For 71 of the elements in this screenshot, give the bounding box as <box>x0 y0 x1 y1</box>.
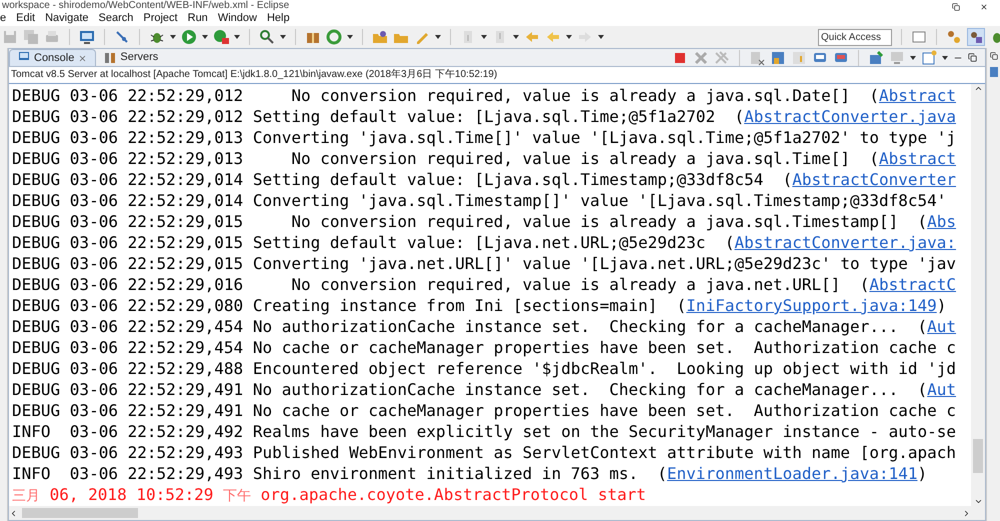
maximize-icon[interactable] <box>968 53 977 62</box>
scroll-down-icon[interactable] <box>974 497 982 506</box>
quick-access-field[interactable]: Quick Access <box>818 28 892 46</box>
play-stop-icon[interactable] <box>213 29 229 45</box>
console-line: DEBUG 03-06 22:52:29,013 No conversion required, value is already a java.sql.Time[] (Abstract <box>12 148 956 169</box>
dropdown-caret-icon[interactable] <box>347 35 353 39</box>
console-line: DEBUG 03-06 22:52:29,015 Setting default value: [Ljava.net.URL;@5e29d23c (AbstractConverter.java: <box>12 232 956 253</box>
console-line: DEBUG 03-06 22:52:29,012 No conversion required, value is already a java.sql.Date[] (Abstract <box>12 85 956 106</box>
dropdown-caret-icon[interactable] <box>513 35 519 39</box>
console-line: DEBUG 03-06 22:52:29,015 No conversion required, value is already a java.sql.Timestamp[] (Abs <box>12 211 956 232</box>
scrollbar-thumb[interactable] <box>973 439 983 473</box>
dropdown-caret-icon[interactable] <box>202 35 208 39</box>
dropdown-caret-icon[interactable] <box>481 35 487 39</box>
dropdown-caret-icon[interactable] <box>170 35 176 39</box>
dropdown-caret-icon[interactable] <box>280 35 286 39</box>
console-line: DEBUG 03-06 22:52:29,491 No authorizationCache instance set. Checking for a cacheManager... (Aut <box>12 379 956 400</box>
source-link[interactable]: Aut <box>927 380 956 399</box>
console-line: DEBUG 03-06 22:52:29,013 Converting 'java.sql.Time[]' value '[Ljava.sql.Time;@5f1a2702' to type 'j <box>12 127 956 148</box>
console-line: DEBUG 03-06 22:52:29,015 Converting 'java.net.URL[]' value '[Ljava.net.URL;@5e29d23c' to type 'jav <box>12 253 956 274</box>
menu-item[interactable]: Edit <box>16 10 36 27</box>
dropdown-caret-icon[interactable] <box>234 35 240 39</box>
console-line: DEBUG 03-06 22:52:29,014 Converting 'java.sql.Timestamp[]' value '[Ljava.sql.Timestamp;@33df8c54' <box>12 190 946 211</box>
source-link[interactable]: AbstractConverter.java <box>744 107 956 126</box>
play-icon[interactable] <box>181 29 197 45</box>
source-link[interactable]: AbstractConverter.java: <box>734 233 956 252</box>
menu-item[interactable]: Help <box>266 10 290 27</box>
monitor-icon[interactable] <box>79 29 95 45</box>
dropdown-caret-icon[interactable] <box>566 35 572 39</box>
scroll-left-icon[interactable] <box>9 508 18 518</box>
source-link[interactable]: Abstract <box>878 86 956 105</box>
console-line: DEBUG 03-06 22:52:29,014 Setting default value: [Ljava.sql.Timestamp;@33df8c54 (AbstractConverter <box>12 169 956 190</box>
scroll-right-icon[interactable] <box>962 508 971 518</box>
source-link[interactable]: Abs <box>927 212 956 231</box>
console-line: DEBUG 03-06 22:52:29,080 Creating instance from Ini [sections=main] (IniFactorySupport.java:149) <box>12 295 946 316</box>
menu-item[interactable]: Project <box>143 10 178 27</box>
console-line: DEBUG 03-06 22:52:29,012 Setting default value: [Ljava.sql.Time;@5f1a2702 (AbstractConverter.java <box>12 106 956 127</box>
dropdown-caret-icon[interactable] <box>910 56 916 60</box>
scroll-up-icon[interactable] <box>974 84 982 93</box>
window-title: workspace - shirodemo/WebContent/WEB-INF/web.xml - Eclipse <box>1 0 290 11</box>
source-link[interactable]: IniFactorySupport.java:149 <box>686 296 937 315</box>
console-line: DEBUG 03-06 22:52:29,454 No cache or cacheManager properties have been set. Authorization cache c <box>12 337 956 358</box>
source-link[interactable]: EnvironmentLoader.java:141 <box>667 464 918 483</box>
menu-item[interactable]: e <box>0 10 6 27</box>
view-tab[interactable]: Console <box>9 49 96 66</box>
console-line: DEBUG 03-06 22:52:29,491 No cache or cacheManager properties have been set. Authorization cache c <box>12 400 956 421</box>
new-console-icon[interactable] <box>921 50 937 66</box>
console-line: DEBUG 03-06 22:52:29,488 Encountered object reference '$jdbcRealm'. Looking up object with id 'jd <box>12 358 956 379</box>
console-line: INFO 03-06 22:52:29,493 Shiro environment initialized in 763 ms. (EnvironmentLoader.java:141) <box>12 463 928 484</box>
menu-item[interactable]: Run <box>188 10 208 27</box>
clear-console-icon[interactable] <box>749 50 765 66</box>
console-line: DEBUG 03-06 22:52:29,454 No authorizationCache instance set. Checking for a cacheManager... (Aut <box>12 316 956 337</box>
dropdown-caret-icon[interactable] <box>598 35 604 39</box>
view-tab[interactable]: Servers <box>96 49 166 66</box>
restore-icon[interactable] <box>990 52 998 60</box>
scrollbar-thumb[interactable] <box>22 508 138 518</box>
console-line: DEBUG 03-06 22:52:29,493 Published WebEnvironment as ServletContext attribute with name [org.apach <box>12 442 956 463</box>
menu-item[interactable]: Window <box>218 10 257 27</box>
source-link[interactable]: AbstractC <box>869 275 956 294</box>
menu-item[interactable]: Navigate <box>45 10 89 27</box>
dropdown-caret-icon[interactable] <box>435 35 441 39</box>
error-line: 三月 06, 2018 10:52:29 下午 org.apache.coyote.AbstractProtocol start <box>12 484 646 505</box>
close-icon[interactable] <box>980 3 988 11</box>
console-line: DEBUG 03-06 22:52:29,016 No conversion required, value is already a java.net.URL[] (AbstractC <box>12 274 956 295</box>
dropdown-caret-icon[interactable] <box>942 56 948 60</box>
source-link[interactable]: Aut <box>927 317 956 336</box>
console-line: INFO 03-06 22:52:29,492 Realms have been explicitly set on the SecurityManager instance - auto-se <box>12 421 956 442</box>
perspective-button[interactable] <box>967 28 985 46</box>
source-link[interactable]: Abstract <box>878 149 956 168</box>
source-link[interactable]: AbstractConverter <box>792 170 956 189</box>
restore-icon[interactable] <box>952 3 960 11</box>
menu-item[interactable]: Search <box>98 10 134 27</box>
